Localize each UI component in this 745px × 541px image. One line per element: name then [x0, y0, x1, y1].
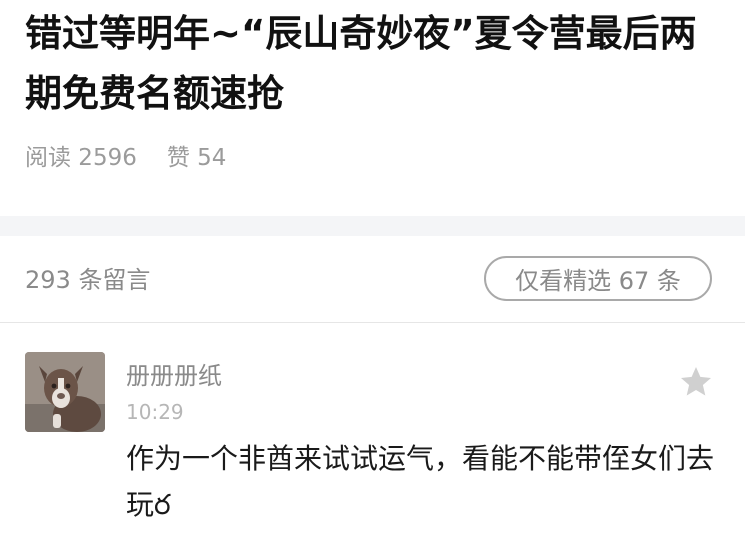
- star-icon[interactable]: [678, 364, 714, 400]
- divider: [0, 322, 745, 323]
- read-count: 阅读 2596: [25, 145, 137, 171]
- comment-text: 作为一个非酋来试试运气，看能不能带侄女们去玩ర: [126, 442, 715, 521]
- avatar[interactable]: [25, 352, 105, 432]
- commenter-name[interactable]: 册册册纸: [126, 356, 222, 391]
- article-stats: 阅读 2596 赞 54: [25, 138, 226, 172]
- section-separator: [0, 216, 745, 236]
- comment-time: 10:29: [126, 400, 184, 424]
- article-title: 错过等明年~“辰山奇妙夜”夏令营最后两期免费名额速抢: [25, 12, 697, 115]
- comment-count: 293 条留言: [25, 266, 151, 294]
- dog-avatar-icon: [25, 352, 105, 432]
- like-count[interactable]: 赞 54: [167, 138, 227, 172]
- featured-comments-button[interactable]: 仅看精选 67 条: [484, 256, 712, 301]
